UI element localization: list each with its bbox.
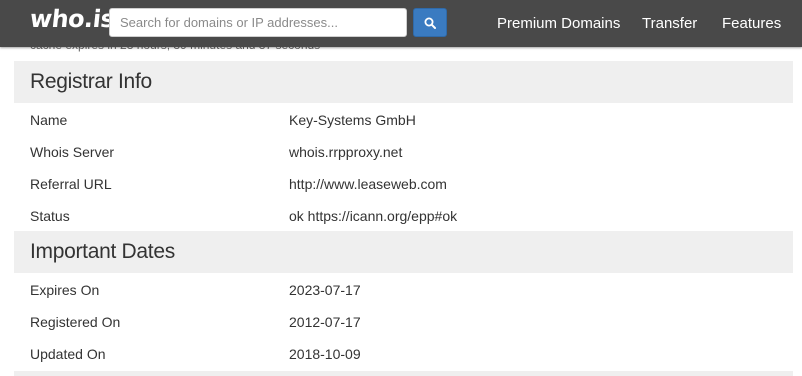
row-label: Registered On (30, 314, 121, 330)
row-value: 2012-07-17 (289, 314, 361, 330)
info-row-referral-url: Referral URL http://www.leaseweb.com (14, 167, 793, 199)
nav-transfer[interactable]: Transfer (642, 15, 697, 32)
row-label: Whois Server (30, 144, 115, 160)
row-label: Name (30, 112, 68, 128)
section-title: Important Dates (14, 231, 793, 273)
nav-features[interactable]: Features (722, 15, 781, 32)
section-title: Registrar Info (14, 61, 793, 103)
row-label: Status (30, 208, 70, 224)
info-row-whois-server: Whois Server whois.rrpproxy.net (14, 135, 793, 167)
row-value: Key-Systems GmbH (289, 112, 416, 128)
important-dates-section: Important Dates Expires On 2023-07-17 Re… (14, 231, 793, 369)
info-row-name: Name Key-Systems GmbH (14, 103, 793, 135)
search-icon (424, 17, 436, 29)
date-row-expires: Expires On 2023-07-17 (14, 273, 793, 305)
search-input[interactable] (109, 8, 407, 37)
top-navbar: who.is Premium Domains Transfer Features (0, 0, 802, 47)
row-label: Expires On (30, 282, 100, 298)
date-row-updated: Updated On 2018-10-09 (14, 337, 793, 369)
site-logo[interactable]: who.is (29, 5, 116, 33)
row-label: Referral URL (30, 176, 112, 192)
row-value: http://www.leaseweb.com (289, 176, 447, 192)
row-value: ok https://icann.org/epp#ok (289, 208, 458, 224)
search-button[interactable] (413, 8, 447, 37)
next-section-header-edge (14, 371, 793, 376)
row-value: 2023-07-17 (289, 282, 361, 298)
row-label: Updated On (30, 346, 106, 362)
nav-premium-domains[interactable]: Premium Domains (497, 15, 620, 32)
row-value: whois.rrpproxy.net (289, 144, 403, 160)
registrar-info-section: Registrar Info Name Key-Systems GmbH Who… (14, 61, 793, 231)
info-row-status: Status ok https://icann.org/epp#ok (14, 199, 793, 231)
date-row-registered: Registered On 2012-07-17 (14, 305, 793, 337)
row-value: 2018-10-09 (289, 346, 361, 362)
